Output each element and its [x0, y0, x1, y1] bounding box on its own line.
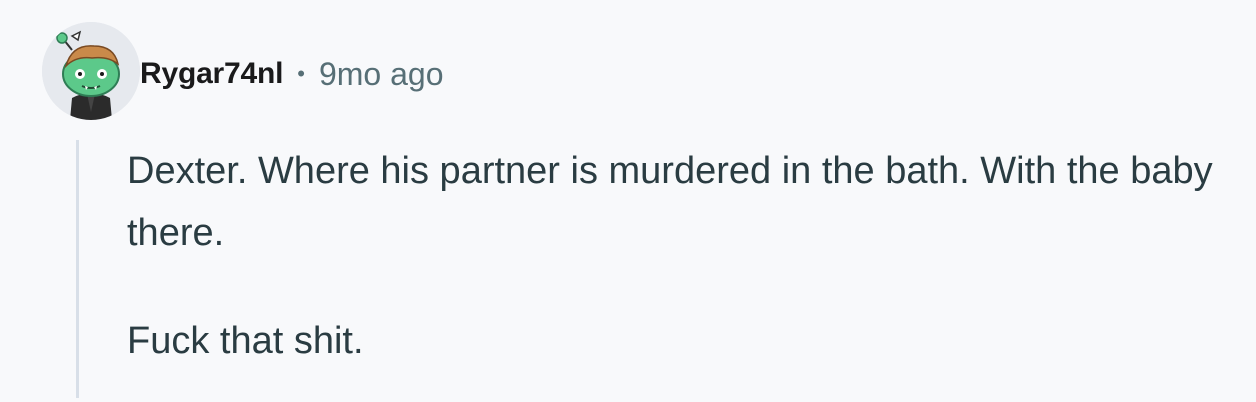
meta-separator: • — [297, 61, 305, 86]
thread-collapse-line[interactable] — [76, 140, 79, 398]
comment-paragraph: Fuck that shit. — [127, 320, 364, 362]
comment-paragraph: Dexter. Where his partner is murdered in… — [127, 150, 1213, 254]
snoo-avatar-icon — [42, 22, 140, 120]
timestamp[interactable]: 9mo ago — [319, 56, 444, 93]
comment-meta: Rygar74nl • 9mo ago — [140, 52, 444, 96]
username-link[interactable]: Rygar74nl — [140, 57, 283, 91]
comment-body: Dexter. Where his partner is murdered in… — [127, 140, 1237, 372]
user-avatar[interactable] — [42, 22, 140, 120]
comment: Rygar74nl • 9mo ago Dexter. Where his pa… — [0, 0, 1256, 402]
